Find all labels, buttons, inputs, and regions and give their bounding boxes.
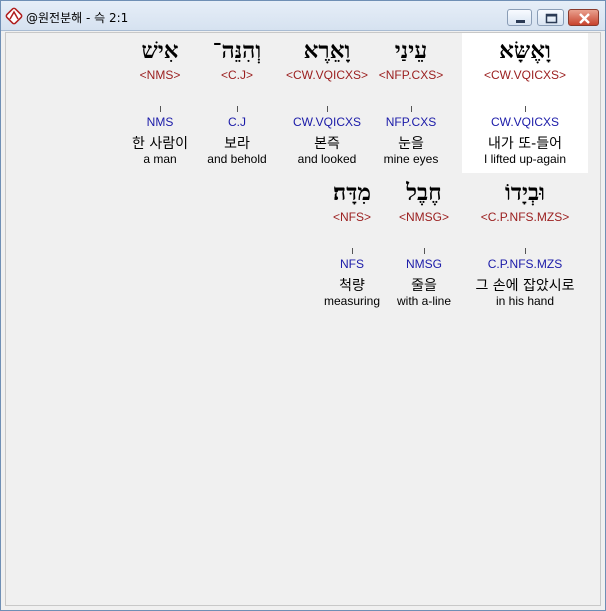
english-gloss: I lifted up-again bbox=[483, 152, 567, 166]
divider-tick bbox=[327, 106, 328, 112]
app-window: @원전분해 - 슥 2:1 וָאֶשָּׂא <CW.VQICXS> CW.V… bbox=[0, 0, 606, 611]
minimize-button[interactable] bbox=[507, 9, 532, 26]
morph-parse: <NFS> bbox=[332, 210, 371, 224]
hebrew-word: וּבְיָדוֹ bbox=[505, 179, 545, 206]
korean-gloss: 눈을 bbox=[398, 136, 424, 152]
app-icon[interactable] bbox=[5, 7, 23, 25]
maximize-icon bbox=[545, 13, 558, 24]
close-button[interactable] bbox=[568, 9, 599, 26]
english-gloss: with a-line bbox=[396, 294, 452, 308]
close-icon bbox=[579, 13, 590, 24]
hebrew-word: חֶבֶל bbox=[406, 179, 442, 206]
korean-gloss: 보라 bbox=[224, 136, 250, 152]
morph-parse: <NFP.CXS> bbox=[378, 68, 444, 82]
hebrew-word: אִישׁ bbox=[141, 37, 179, 64]
english-gloss: and looked bbox=[297, 152, 357, 166]
korean-gloss: 그 손에 잡았시로 bbox=[475, 278, 575, 294]
divider-tick bbox=[525, 106, 526, 112]
morph-code: NMS bbox=[146, 115, 174, 129]
morph-parse: <C.P.NFS.MZS> bbox=[480, 210, 570, 224]
word-cell[interactable]: חֶבֶל <NMSG> NMSG 줄을 with a-line bbox=[382, 175, 466, 315]
divider-tick bbox=[237, 106, 238, 112]
hebrew-word: וְהִנֵּה־ bbox=[212, 37, 262, 64]
title-bar[interactable]: @원전분해 - 슥 2:1 bbox=[1, 1, 605, 31]
divider-tick bbox=[411, 106, 412, 112]
morph-parse: <CW.VQICXS> bbox=[483, 68, 567, 82]
morph-code: CW.VQICXS bbox=[292, 115, 361, 129]
divider-tick bbox=[160, 106, 161, 112]
korean-gloss: 척량 bbox=[339, 278, 365, 294]
morph-code: NMSG bbox=[406, 257, 442, 271]
english-gloss: in his hand bbox=[495, 294, 555, 308]
morph-code: NFP.CXS bbox=[385, 115, 437, 129]
korean-gloss: 한 사람이 bbox=[132, 136, 188, 152]
divider-tick bbox=[352, 248, 353, 254]
english-gloss: and behold bbox=[207, 152, 267, 166]
morph-code: NFS bbox=[340, 257, 364, 271]
word-cell[interactable]: וְהִנֵּה־ <C.J> C.J 보라 and behold bbox=[202, 33, 272, 173]
korean-gloss: 본즉 bbox=[314, 136, 340, 152]
korean-gloss: 줄을 bbox=[411, 278, 437, 294]
maximize-button[interactable] bbox=[537, 9, 564, 26]
korean-gloss: 내가 또-들어 bbox=[488, 136, 562, 152]
hebrew-word: וָאֶשָּׂא bbox=[499, 37, 551, 64]
minimize-icon bbox=[516, 20, 525, 23]
english-gloss: a man bbox=[143, 152, 177, 166]
divider-tick bbox=[525, 248, 526, 254]
hebrew-word: עֵינַי bbox=[394, 37, 428, 64]
word-cell[interactable]: עֵינַי <NFP.CXS> NFP.CXS 눈을 mine eyes bbox=[361, 33, 461, 173]
english-gloss: measuring bbox=[323, 294, 381, 308]
interlinear-view[interactable]: וָאֶשָּׂא <CW.VQICXS> CW.VQICXS 내가 또-들어 … bbox=[5, 32, 601, 606]
hebrew-word: מִדָּה׃ bbox=[333, 179, 371, 206]
morph-parse: <CW.VQICXS> bbox=[285, 68, 369, 82]
english-gloss: mine eyes bbox=[383, 152, 439, 166]
morph-parse: <NMS> bbox=[139, 68, 181, 82]
morph-code: CW.VQICXS bbox=[490, 115, 559, 129]
divider-tick bbox=[424, 248, 425, 254]
morph-code: C.J bbox=[228, 115, 246, 129]
morph-code: C.P.NFS.MZS bbox=[487, 257, 563, 271]
window-title: @원전분해 - 슥 2:1 bbox=[26, 11, 129, 25]
word-cell[interactable]: אִישׁ <NMS> NMS 한 사람이 a man bbox=[124, 33, 196, 173]
word-cell[interactable]: וָאֵרֶא <CW.VQICXS> CW.VQICXS 본즉 and loo… bbox=[282, 33, 372, 173]
word-cell[interactable]: מִדָּה׃ <NFS> NFS 척량 measuring bbox=[316, 175, 388, 315]
morph-parse: <C.J> bbox=[220, 68, 253, 82]
hebrew-word: וָאֵרֶא bbox=[303, 37, 351, 64]
word-cell[interactable]: וּבְיָדוֹ <C.P.NFS.MZS> C.P.NFS.MZS 그 손에… bbox=[462, 175, 588, 315]
morph-parse: <NMSG> bbox=[398, 210, 449, 224]
word-cell[interactable]: וָאֶשָּׂא <CW.VQICXS> CW.VQICXS 내가 또-들어 … bbox=[462, 33, 588, 173]
